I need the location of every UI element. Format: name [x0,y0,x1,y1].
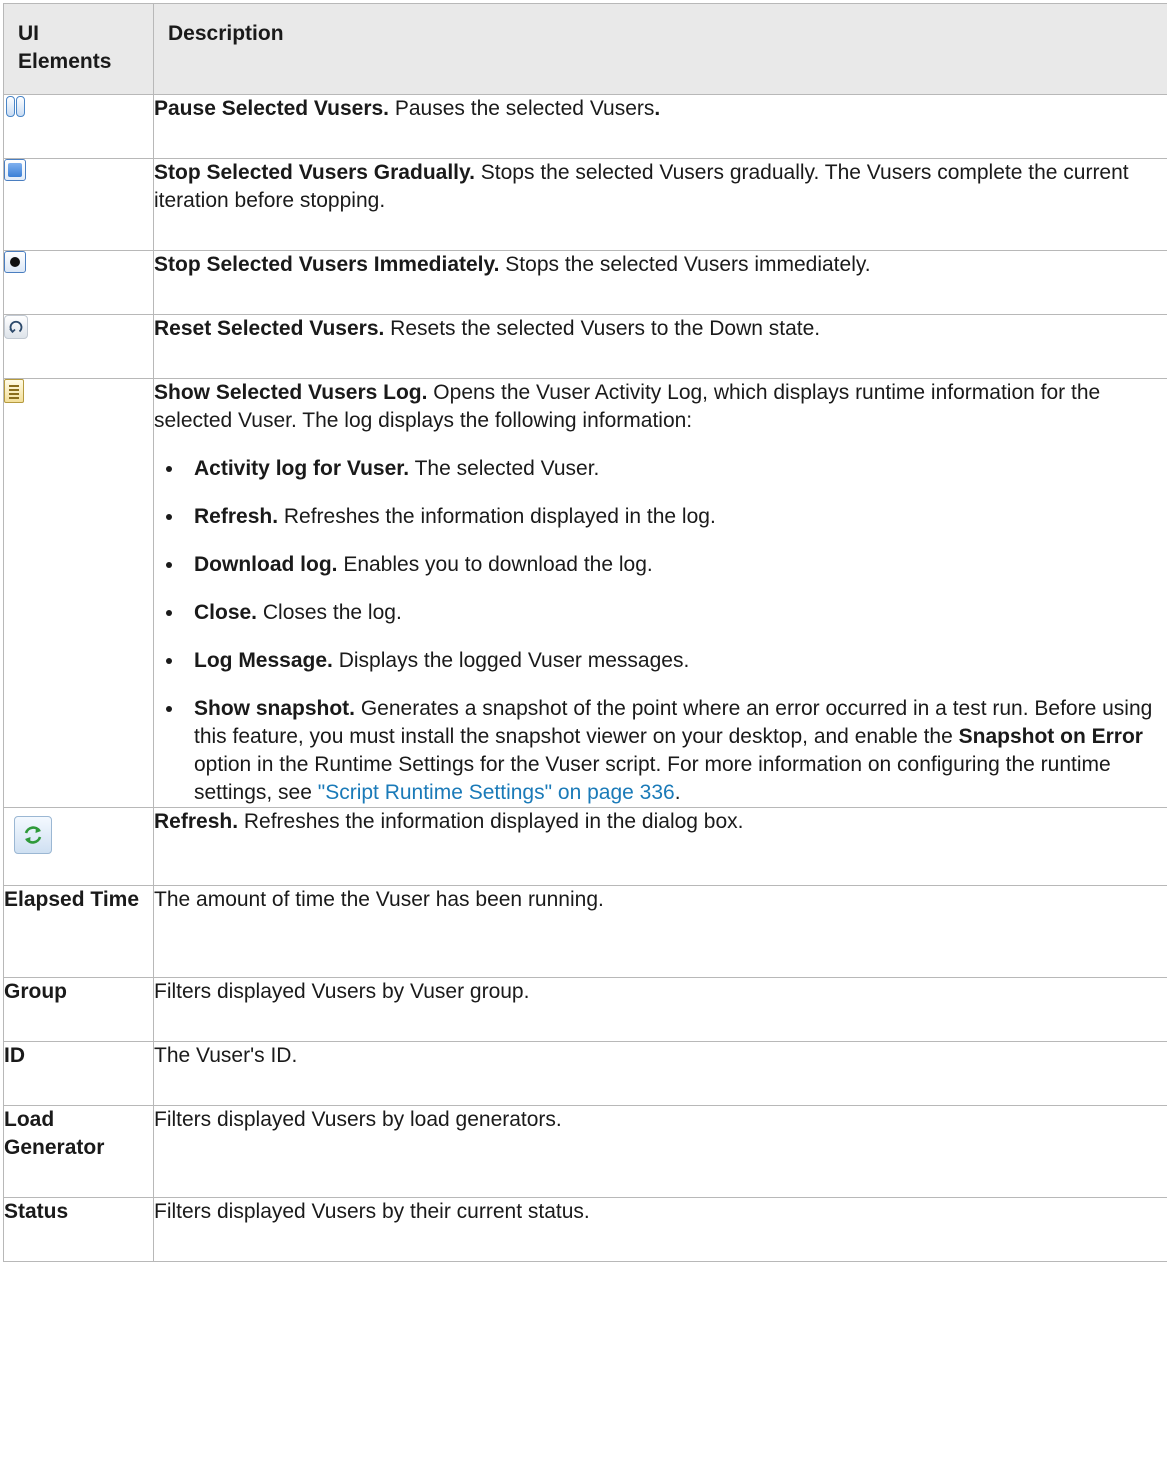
table-row: Elapsed Time The amount of time the Vuse… [3,885,1167,978]
header-row: UI Elements Description [3,3,1167,95]
item-text: Displays the logged Vuser messages. [332,649,690,672]
row-title: Show Selected Vusers Log. [154,381,428,404]
description-cell: Filters displayed Vusers by load generat… [153,1105,1167,1198]
bullet-icon [166,706,172,712]
row-text: Resets the selected Vusers to the Down s… [384,317,821,340]
field-label: Group [3,977,154,1042]
pause-icon [4,95,26,117]
description-cell: Filters displayed Vusers by their curren… [153,1197,1167,1262]
table-row: Group Filters displayed Vusers by Vuser … [3,977,1167,1042]
list-item: Refresh. Refreshes the information displ… [154,503,1167,531]
script-runtime-settings-link[interactable]: "Script Runtime Settings" on page 336 [318,781,675,804]
item-title: Activity log for Vuser. [194,457,410,480]
item-title: Refresh. [194,505,279,528]
bullet-icon [166,610,172,616]
icon-cell [3,314,154,379]
ui-elements-header: UI Elements [3,3,154,95]
reset-icon [4,315,28,339]
table-row: Show Selected Vusers Log. Opens the Vuse… [3,378,1167,808]
icon-cell [3,250,154,315]
table-row: Stop Selected Vusers Immediately. Stops … [3,250,1167,315]
row-tail: . [654,97,661,120]
refresh-icon [14,816,52,854]
list-item: Show snapshot. Generates a snapshot of t… [154,695,1167,807]
snapshot-option: Snapshot on Error [958,725,1143,748]
description-cell: Show Selected Vusers Log. Opens the Vuse… [153,378,1167,808]
description-cell: Stop Selected Vusers Immediately. Stops … [153,250,1167,315]
table-row: Refresh. Refreshes the information displ… [3,807,1167,886]
bullet-icon [166,658,172,664]
item-text: Closes the log. [257,601,402,624]
table-row: Status Filters displayed Vusers by their… [3,1197,1167,1262]
row-text: Stops the selected Vusers immediately. [499,253,871,276]
list-item: Log Message. Displays the logged Vuser m… [154,647,1167,675]
item-title: Log Message. [194,649,333,672]
item-title: Close. [194,601,258,624]
icon-cell [3,807,154,886]
log-info-list: Activity log for Vuser. The selected Vus… [154,455,1167,807]
description-cell: The amount of time the Vuser has been ru… [153,885,1167,978]
ui-elements-table: UI Elements Description Pause Selected Vu… [3,3,1167,1262]
icon-cell [3,94,154,159]
description-cell: The Vuser's ID. [153,1041,1167,1106]
row-title: Reset Selected Vusers. [154,317,385,340]
row-text: Pauses the selected Vusers [389,97,655,120]
row-title: Refresh. [154,810,239,833]
description-cell: Pause Selected Vusers. Pauses the select… [153,94,1167,159]
item-title: Show snapshot. [194,697,356,720]
field-label: Elapsed Time [3,885,154,978]
row-title: Stop Selected Vusers Immediately. [154,253,500,276]
item-text: Refreshes the information displayed in t… [278,505,716,528]
row-text: Refreshes the information displayed in t… [238,810,744,833]
stop-gradually-icon [4,159,26,181]
item-text: The selected Vuser. [409,457,600,480]
field-label: ID [3,1041,154,1106]
field-label: Status [3,1197,154,1262]
table-row: ID The Vuser's ID. [3,1041,1167,1106]
description-cell: Filters displayed Vusers by Vuser group. [153,977,1167,1042]
item-title: Download log. [194,553,338,576]
table-row: Pause Selected Vusers. Pauses the select… [3,94,1167,159]
table-row: Stop Selected Vusers Gradually. Stops th… [3,158,1167,251]
item-text: . [674,781,681,804]
list-item: Close. Closes the log. [154,599,1167,627]
bullet-icon [166,514,172,520]
row-title: Stop Selected Vusers Gradually. [154,161,475,184]
icon-cell [3,158,154,251]
item-text: Enables you to download the log. [337,553,653,576]
list-item: Download log. Enables you to download th… [154,551,1167,579]
table-row: Load Generator Filters displayed Vusers … [3,1105,1167,1198]
description-cell: Refresh. Refreshes the information displ… [153,807,1167,886]
icon-cell [3,378,154,808]
bullet-icon [166,562,172,568]
description-cell: Stop Selected Vusers Gradually. Stops th… [153,158,1167,251]
table-row: Reset Selected Vusers. Resets the select… [3,314,1167,379]
row-title: Pause Selected Vusers. [154,97,390,120]
log-icon [4,379,24,403]
description-cell: Reset Selected Vusers. Resets the select… [153,314,1167,379]
field-label: Load Generator [3,1105,154,1198]
stop-immediately-icon [4,251,26,273]
list-item: Activity log for Vuser. The selected Vus… [154,455,1167,483]
description-header: Description [153,3,1167,95]
bullet-icon [166,466,172,472]
